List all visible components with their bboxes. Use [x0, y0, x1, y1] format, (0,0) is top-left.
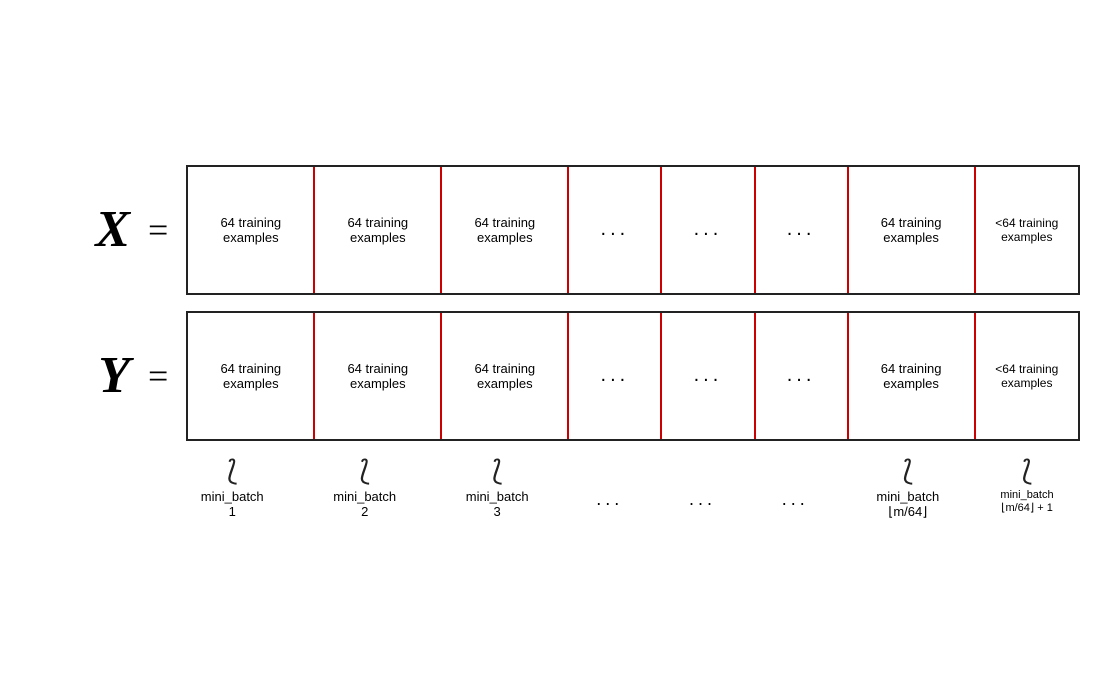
y-cell-2: 64 training examples	[315, 313, 442, 439]
y-label: Y	[40, 346, 130, 405]
brace-label-1: mini_batch 1	[201, 489, 264, 519]
brace-symbol-n: ⟅	[902, 457, 913, 485]
brace-symbol-last: ⟅	[1022, 457, 1033, 485]
brace-2: ⟅ mini_batch 2	[298, 457, 430, 520]
brace-dots-1: ...	[563, 457, 656, 520]
y-cell-last: <64 training examples	[976, 313, 1078, 439]
y-matrix: 64 training examples 64 training example…	[186, 311, 1080, 441]
x-dots-3: ...	[756, 167, 849, 293]
brace-dots-label-1: ...	[596, 489, 623, 510]
brace-row: ⟅ mini_batch 1 ⟅ mini_batch 2 ⟅ mini_bat…	[40, 457, 1080, 520]
y-row: Y = 64 training examples 64 training exa…	[40, 311, 1080, 441]
brace-label-last: mini_batch ⌊m/64⌋ + 1	[1000, 489, 1053, 514]
y-dots-1: ...	[569, 313, 662, 439]
y-cell-1: 64 training examples	[188, 313, 315, 439]
x-cell-last: <64 training examples	[976, 167, 1078, 293]
x-cell-3: 64 training examples	[442, 167, 569, 293]
y-cell-n: 64 training examples	[849, 313, 976, 439]
brace-n: ⟅ mini_batch ⌊m/64⌋	[842, 457, 974, 520]
x-matrix: 64 training examples 64 training example…	[186, 165, 1080, 295]
x-cell-n: 64 training examples	[849, 167, 976, 293]
brace-1: ⟅ mini_batch 1	[166, 457, 298, 520]
x-dots-2: ...	[662, 167, 755, 293]
x-label: X	[40, 200, 130, 259]
braces-container: ⟅ mini_batch 1 ⟅ mini_batch 2 ⟅ mini_bat…	[166, 457, 1080, 520]
y-dots-3: ...	[756, 313, 849, 439]
brace-dots-label-2: ...	[689, 489, 716, 510]
x-dots-1: ...	[569, 167, 662, 293]
x-equals: =	[148, 209, 168, 251]
x-cell-2: 64 training examples	[315, 167, 442, 293]
y-cell-3: 64 training examples	[442, 313, 569, 439]
brace-label-2: mini_batch 2	[333, 489, 396, 519]
x-row: X = 64 training examples 64 training exa…	[40, 165, 1080, 295]
brace-3: ⟅ mini_batch 3	[431, 457, 563, 520]
brace-symbol-1: ⟅	[227, 457, 238, 485]
brace-dots-2: ...	[656, 457, 749, 520]
brace-dots-3: ...	[749, 457, 842, 520]
brace-last: ⟅ mini_batch ⌊m/64⌋ + 1	[974, 457, 1080, 520]
y-dots-2: ...	[662, 313, 755, 439]
brace-label-3: mini_batch 3	[466, 489, 529, 519]
diagram: X = 64 training examples 64 training exa…	[30, 145, 1090, 540]
brace-label-n: mini_batch ⌊m/64⌋	[876, 489, 939, 520]
brace-symbol-3: ⟅	[492, 457, 503, 485]
y-equals: =	[148, 355, 168, 397]
brace-dots-label-3: ...	[782, 489, 809, 510]
brace-symbol-2: ⟅	[359, 457, 370, 485]
x-cell-1: 64 training examples	[188, 167, 315, 293]
